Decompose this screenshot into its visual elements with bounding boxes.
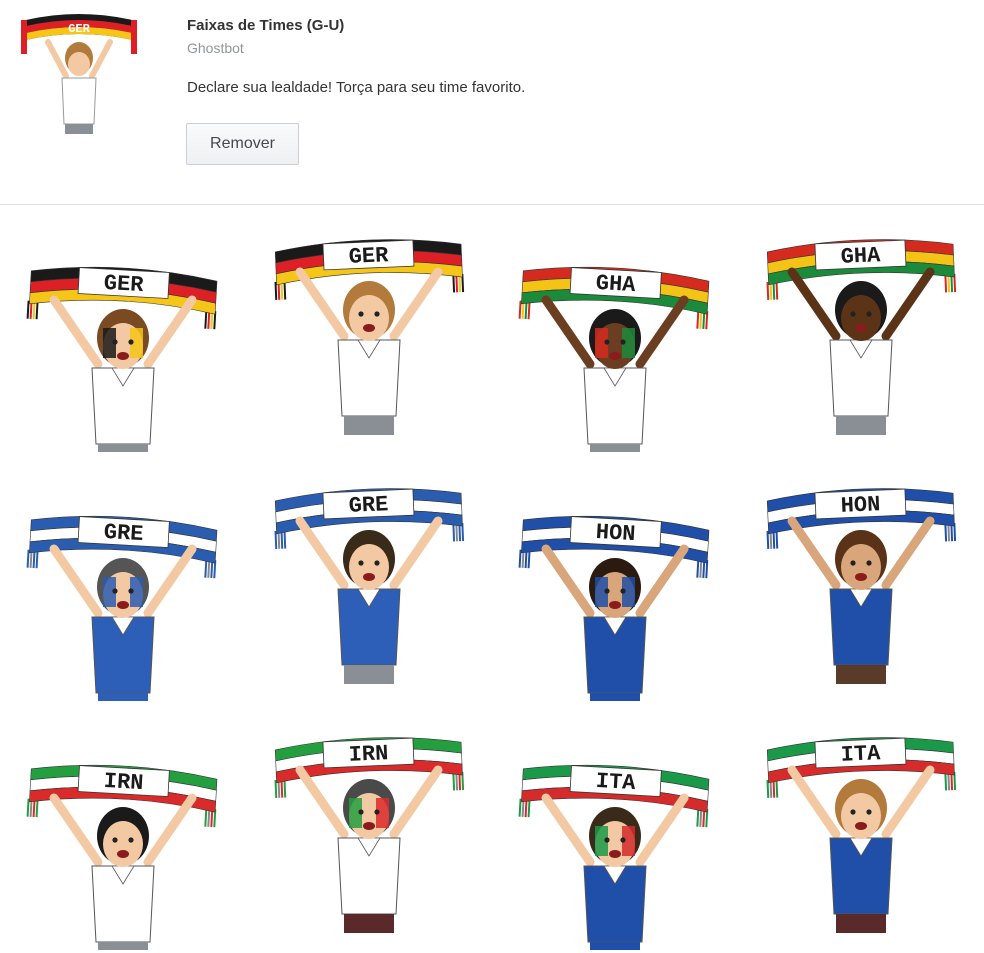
sticker-pack-header: GER Faixas de Times (G-U) Ghostbot Decla… <box>0 0 984 204</box>
sticker-image: ITA <box>766 737 957 933</box>
pack-thumbnail: GER <box>18 6 140 138</box>
thumbnail-sticker-image: GER <box>21 14 137 134</box>
sticker-image: HON <box>518 515 710 701</box>
sticker-8[interactable]: HON <box>738 455 984 704</box>
scarf-text: ITA <box>595 769 637 796</box>
sticker-image: IRN <box>26 764 218 950</box>
scarf-text: GHA <box>595 271 637 298</box>
sticker-4[interactable]: GHA <box>738 206 984 455</box>
sticker-image: GRE <box>274 488 465 684</box>
sticker-image: GER <box>26 266 218 452</box>
sticker-1[interactable]: GER <box>0 206 246 455</box>
sticker-5[interactable]: GRE <box>0 455 246 704</box>
sticker-image: HON <box>766 488 957 684</box>
sticker-image: IRN <box>274 737 465 933</box>
scarf-text: GRE <box>348 492 389 519</box>
sticker-10[interactable]: IRN <box>246 704 492 953</box>
sticker-image: GHA <box>766 239 957 435</box>
pack-author[interactable]: Ghostbot <box>187 40 244 56</box>
scarf-text: GER <box>348 243 389 270</box>
scarf-text: GHA <box>840 243 881 270</box>
scarf-text: IRN <box>348 741 389 768</box>
sticker-2[interactable]: GER <box>246 206 492 455</box>
sticker-11[interactable]: ITA <box>492 704 738 953</box>
scarf-text: HON <box>595 520 636 547</box>
thumbnail-scarf-text: GER <box>68 22 90 36</box>
scarf-text: GRE <box>103 520 144 547</box>
sticker-image: GHA <box>518 266 710 452</box>
header-divider <box>0 204 984 205</box>
sticker-9[interactable]: IRN <box>0 704 246 953</box>
sticker-image: GRE <box>26 515 218 701</box>
remove-button[interactable]: Remover <box>186 123 299 165</box>
sticker-7[interactable]: HON <box>492 455 738 704</box>
sticker-6[interactable]: GRE <box>246 455 492 704</box>
scarf-text: ITA <box>840 741 881 768</box>
sticker-3[interactable]: GHA <box>492 206 738 455</box>
scarf-text: IRN <box>103 769 144 796</box>
sticker-grid: GER GER GHA GHA GRE GRE HON HON IRN IRN ITA ITA <box>0 206 984 953</box>
pack-title: Faixas de Times (G-U) <box>187 17 345 34</box>
sticker-image: ITA <box>518 764 710 950</box>
sticker-12[interactable]: ITA <box>738 704 984 953</box>
pack-description: Declare sua lealdade! Torça para seu tim… <box>187 79 526 96</box>
sticker-image: GER <box>274 239 465 435</box>
scarf-text: HON <box>840 492 881 519</box>
scarf-text: GER <box>103 271 145 298</box>
